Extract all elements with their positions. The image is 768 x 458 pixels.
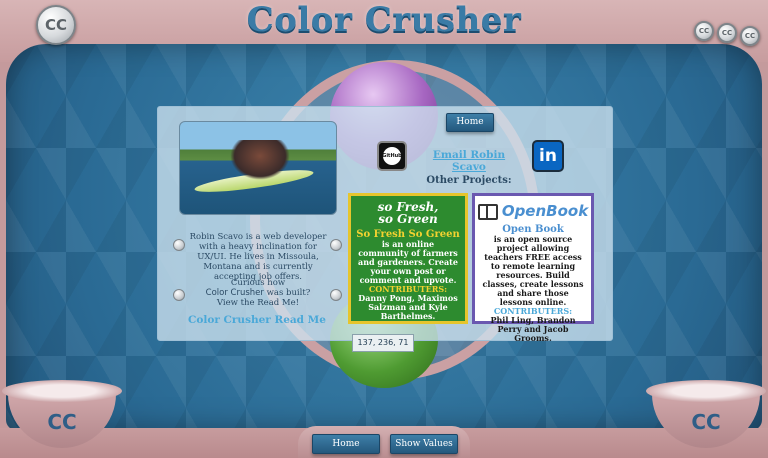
readme-prompt: Curious how Color Crusher was built? Vie… (195, 278, 321, 308)
logo-text: CC (44, 16, 68, 34)
coin-icon (173, 289, 185, 301)
profile-photo (179, 121, 337, 215)
panel-home-button[interactable]: Home (446, 113, 494, 132)
github-icon-label: GitHub (382, 147, 402, 165)
right-bowl: CC (646, 380, 766, 450)
contributors-list: Phil Ling, Brandon Perry and Jacob Groom… (490, 315, 576, 343)
coin-icon (330, 289, 342, 301)
other-projects-heading: Other Projects: (426, 175, 512, 186)
curious-line-2: Color Crusher (205, 288, 264, 298)
curious-line-3: was built? (266, 288, 311, 298)
coin-icon: CC (740, 26, 760, 46)
bio-text: Robin Scavo is a web developer with a he… (189, 232, 327, 282)
coin-icon: CC (694, 21, 714, 41)
linkedin-icon[interactable]: in (532, 140, 564, 172)
linkedin-icon-label: in (539, 146, 557, 166)
bowl-logo: CC (691, 410, 721, 434)
left-bowl: CC (2, 380, 122, 450)
coin-icon: CC (717, 23, 737, 43)
project-description: is an online community of farmers and ga… (358, 239, 458, 285)
show-values-button[interactable]: Show Values (390, 434, 458, 454)
so-fresh-logo-line-2: so Green (378, 212, 438, 226)
people-shape (230, 140, 290, 180)
readme-link[interactable]: Color Crusher Read Me (180, 314, 334, 326)
contributors-list: Danny Pong, Maximos Salzman and Kyle Bar… (358, 293, 458, 321)
rgb-value-readout: 137, 236, 71 (352, 334, 414, 352)
so-fresh-logo: so Fresh, so Green (351, 201, 465, 225)
project-card-open-book[interactable]: OpenBook Open Book is an open source pro… (472, 193, 594, 343)
open-book-logo-text: OpenBook (501, 202, 589, 220)
logo-coin: CC (36, 5, 76, 45)
curious-line-4: View the Read Me! (216, 298, 300, 308)
github-icon[interactable]: GitHub (377, 141, 407, 171)
project-description: is an open source project allowing teach… (482, 234, 584, 307)
project-card-so-fresh[interactable]: so Fresh, so Green So Fresh So Green is … (348, 193, 468, 324)
book-icon (477, 203, 498, 220)
bowl-logo: CC (47, 410, 77, 434)
open-book-logo: OpenBook (475, 202, 591, 220)
app-title: Color Crusher (246, 0, 522, 40)
coin-icon (330, 239, 342, 251)
email-link[interactable]: Email Robin Scavo (415, 149, 523, 173)
home-button[interactable]: Home (312, 434, 380, 454)
coin-icon (173, 239, 185, 251)
curious-line-1: Curious how (230, 278, 286, 288)
